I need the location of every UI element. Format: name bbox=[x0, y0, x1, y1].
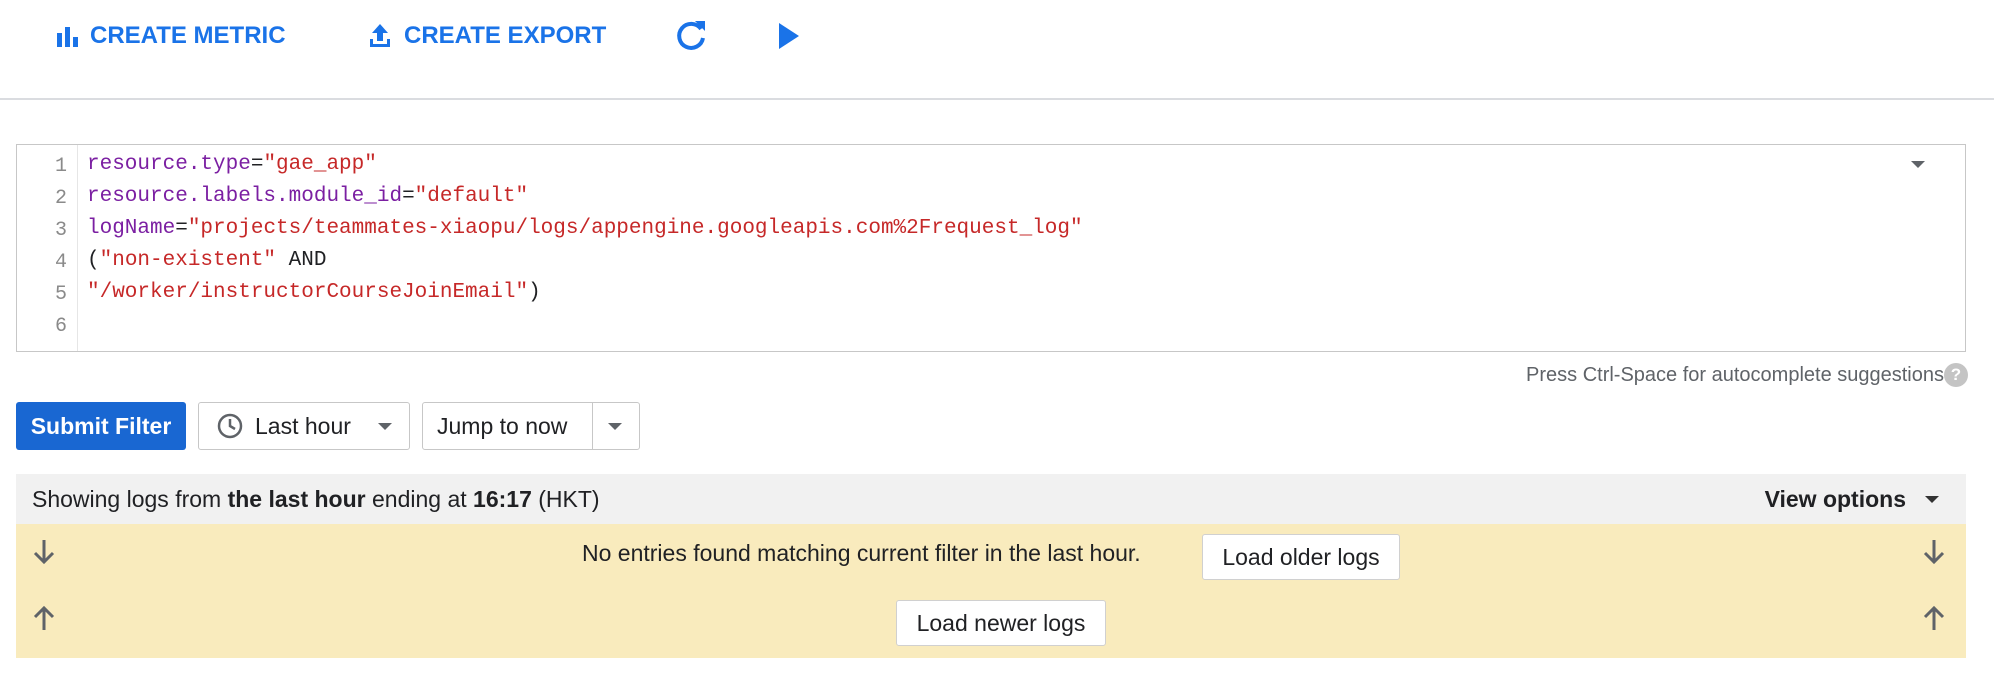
line-number: 6 bbox=[54, 315, 67, 338]
arrow-down-icon bbox=[33, 540, 55, 565]
play-icon bbox=[779, 23, 799, 49]
code-line[interactable]: resource.type="gae_app" bbox=[87, 153, 377, 176]
log-status-bar: Showing logs from the last hour ending a… bbox=[16, 474, 1966, 524]
create-export-label: CREATE EXPORT bbox=[404, 22, 607, 49]
line-number: 2 bbox=[54, 187, 67, 210]
no-entries-message: No entries found matching current filter… bbox=[582, 540, 1141, 566]
refresh-button[interactable] bbox=[672, 14, 710, 58]
no-entries-notice: No entries found matching current filter… bbox=[16, 524, 1966, 658]
status-time: 16:17 bbox=[473, 485, 532, 512]
line-number: 5 bbox=[54, 283, 67, 306]
jump-to-now-control[interactable]: Jump to now bbox=[422, 402, 640, 450]
code-keyword: AND bbox=[276, 249, 327, 272]
code-operator: = bbox=[175, 217, 188, 240]
status-range: the last hour bbox=[227, 485, 366, 512]
query-editor[interactable]: 1 2 3 4 5 6 resource.type="gae_app" reso… bbox=[16, 144, 1966, 352]
status-timezone: (HKT) bbox=[531, 485, 600, 512]
status-middle: ending at bbox=[365, 485, 474, 512]
code-key: resource.labels.module_id bbox=[87, 185, 403, 208]
autocomplete-hint: Press Ctrl-Space for autocomplete sugges… bbox=[1526, 364, 1944, 386]
line-number: 3 bbox=[54, 219, 67, 242]
clock-icon bbox=[217, 413, 243, 439]
code-operator: = bbox=[250, 153, 264, 176]
line-number: 1 bbox=[54, 155, 67, 178]
code-line[interactable]: resource.labels.module_id="default" bbox=[87, 185, 528, 208]
code-paren: ) bbox=[528, 281, 541, 304]
code-string: "projects/teammates-xiaopu/logs/appengin… bbox=[187, 217, 1083, 240]
chevron-down-icon[interactable] bbox=[607, 422, 623, 432]
create-metric-button[interactable]: CREATE METRIC bbox=[54, 14, 286, 58]
code-string: "default" bbox=[414, 185, 529, 208]
code-paren: ( bbox=[87, 249, 100, 272]
code-key: resource.type bbox=[87, 153, 251, 176]
time-range-select[interactable]: Last hour bbox=[198, 402, 410, 450]
code-string: "non-existent" bbox=[99, 249, 277, 272]
create-metric-label: CREATE METRIC bbox=[90, 22, 286, 49]
code-line[interactable]: "/worker/instructorCourseJoinEmail") bbox=[87, 281, 541, 304]
code-line[interactable]: ("non-existent" AND bbox=[87, 249, 326, 272]
help-icon[interactable]: ? bbox=[1944, 363, 1968, 387]
code-operator: = bbox=[402, 185, 415, 208]
code-string: "gae_app" bbox=[263, 153, 377, 176]
expand-editor-icon[interactable] bbox=[1909, 159, 1927, 171]
status-text: Showing logs from the last hour ending a… bbox=[32, 486, 600, 513]
submit-filter-button[interactable]: Submit Filter bbox=[16, 402, 186, 450]
arrow-up-icon bbox=[1923, 605, 1945, 630]
create-export-button[interactable]: CREATE EXPORT bbox=[366, 14, 606, 58]
load-older-logs-button[interactable]: Load older logs bbox=[1202, 534, 1400, 580]
upload-icon bbox=[370, 24, 390, 47]
refresh-icon bbox=[677, 21, 705, 50]
code-key: logName bbox=[87, 217, 176, 240]
chevron-down-icon[interactable] bbox=[1924, 495, 1940, 505]
code-string: "/worker/instructorCourseJoinEmail" bbox=[87, 281, 529, 304]
code-line[interactable]: logName="projects/teammates-xiaopu/logs/… bbox=[87, 217, 1083, 240]
load-newer-logs-button[interactable]: Load newer logs bbox=[896, 600, 1106, 646]
time-range-label: Last hour bbox=[255, 412, 351, 439]
chevron-down-icon bbox=[378, 423, 392, 430]
jump-to-now-button[interactable]: Jump to now bbox=[423, 413, 597, 440]
arrow-down-icon bbox=[1923, 540, 1945, 565]
arrow-up-icon bbox=[33, 605, 55, 630]
status-prefix: Showing logs from bbox=[32, 485, 228, 512]
line-number: 4 bbox=[54, 251, 67, 274]
run-query-button[interactable] bbox=[776, 14, 802, 58]
toolbar: CREATE METRIC CREATE EXPORT bbox=[0, 0, 1994, 100]
divider bbox=[592, 403, 593, 449]
view-options-button[interactable]: View options bbox=[1765, 486, 1906, 513]
bar-chart-icon bbox=[57, 27, 78, 47]
line-number-gutter: 1 2 3 4 5 6 bbox=[17, 145, 78, 351]
